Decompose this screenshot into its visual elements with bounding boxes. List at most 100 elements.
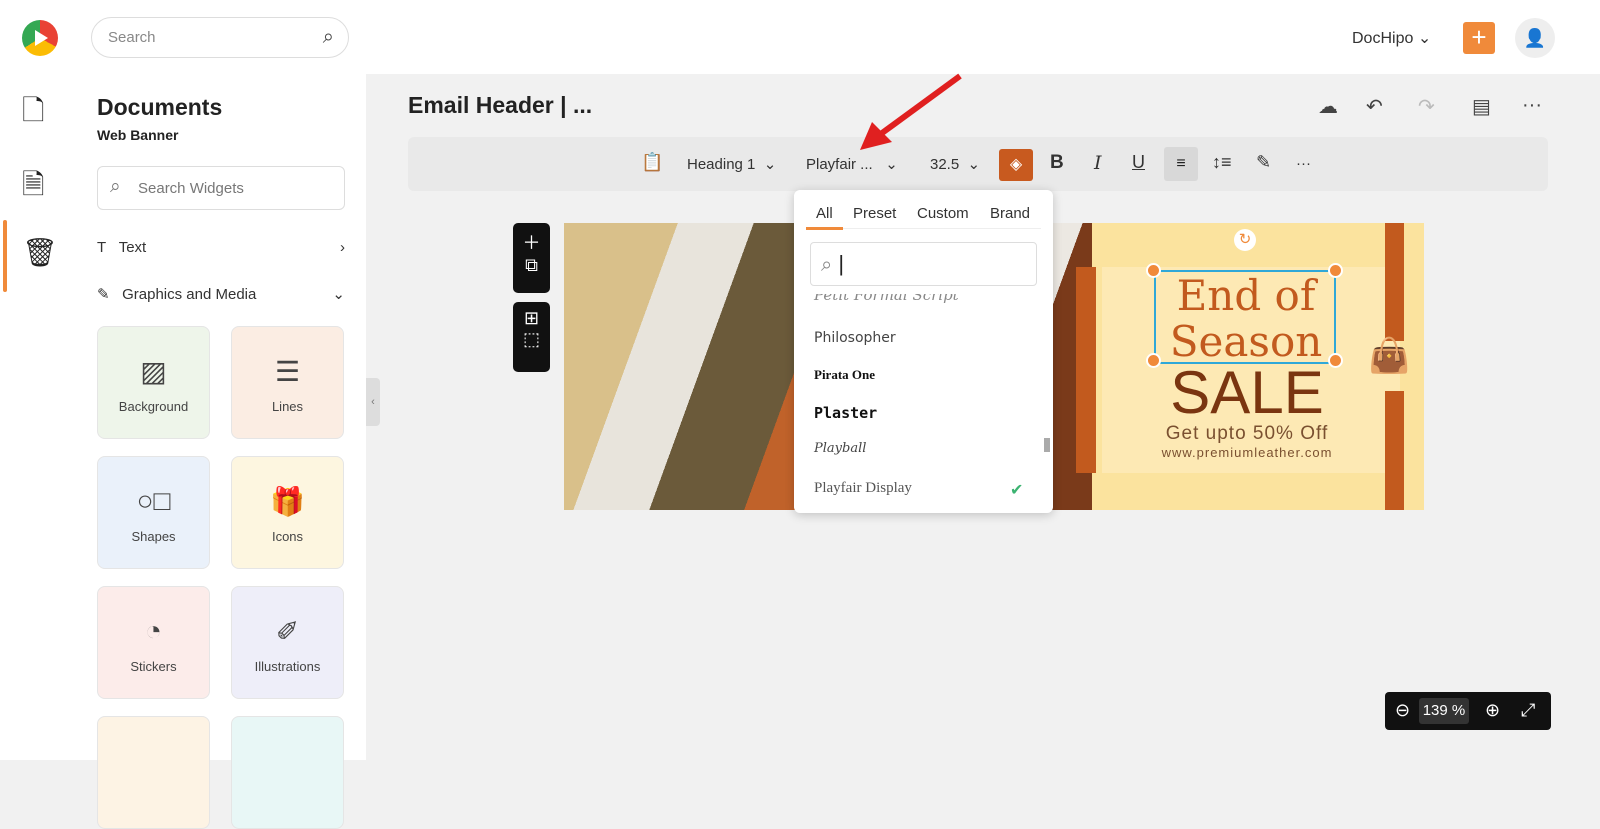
text-style-value: Heading 1 [687,156,756,173]
clipboard-icon[interactable]: 📋 [641,152,663,173]
user-avatar[interactable]: 👤 [1515,18,1555,58]
redo-icon[interactable]: ↷ [1418,94,1435,119]
zoom-controls: ⊖ 139 % ⊕ ⤢ [1385,692,1551,730]
tab-preset[interactable]: Preset [853,205,896,222]
chevron-down-icon: ⌄ [332,286,345,303]
grid-controls: ⊞ ⬚ [513,302,550,372]
widget-more[interactable] [231,716,344,829]
icon-rail: 🗋 🗎 🗑 [0,74,76,760]
align-center-icon[interactable]: ≡ [1164,147,1198,181]
more-icon[interactable]: ··· [1522,94,1542,117]
text-style-select[interactable]: Heading 1 ⌄ [687,155,776,173]
document-title[interactable]: Email Header | ... [408,92,592,119]
create-button[interactable]: + [1463,22,1495,54]
font-option[interactable]: Pirata One [814,367,875,383]
active-indicator [3,220,7,292]
widget-background[interactable]: ▨ Background [97,326,210,439]
line-spacing-icon[interactable]: ↕≡ [1212,152,1232,173]
left-bar [1076,267,1096,473]
duplicate-icon[interactable]: ⧉ [513,255,550,276]
widget-lines[interactable]: ☰ Lines [231,326,344,439]
widget-illustrations[interactable]: ✐ Illustrations [231,586,344,699]
top-bar: Search ⌕ DocHipo ⌄ + 👤 [0,0,1600,74]
cloud-saved-icon[interactable]: ☁ [1318,94,1338,119]
comment-icon[interactable]: ▤ [1472,94,1491,119]
fullscreen-icon[interactable]: ⤢ [1521,700,1535,721]
documents-icon[interactable]: 🗎 [22,164,45,212]
resize-handle[interactable] [1146,263,1161,278]
search-input[interactable]: Search ⌕ [91,17,349,58]
font-option[interactable]: Plaster [814,404,877,422]
underline-button[interactable]: U [1132,152,1145,173]
dochipo-logo[interactable] [22,20,58,56]
sidebar-title: Documents [97,94,223,120]
bold-button[interactable]: B [1050,152,1064,174]
font-dropdown: All Preset Custom Brand ⌕ | Petit Formal… [794,190,1053,513]
background-icon: ▨ [140,356,167,387]
active-tab-indicator [806,227,843,230]
widget-label: Illustrations [254,659,321,674]
widgets-sidebar: Documents Web Banner ⌕ Search Widgets T T… [76,74,366,829]
widget-label: Background [118,399,189,414]
gift-icon: 🎁 [270,486,305,517]
tab-all[interactable]: All [816,205,833,222]
team-name: DocHipo [1352,30,1414,47]
widget-more[interactable] [97,716,210,829]
highlighter-icon[interactable]: ✎ [1256,152,1271,173]
font-option-selected[interactable]: Playfair Display [814,480,912,497]
widget-search-input[interactable]: ⌕ Search Widgets [97,166,345,210]
sale-text[interactable]: SALE [1142,361,1352,425]
url-text[interactable]: www.premiumleather.com [1132,445,1362,460]
tab-brand[interactable]: Brand [990,205,1030,222]
font-option[interactable]: Playball [814,441,866,456]
annotation-arrow [860,73,962,150]
tab-custom[interactable]: Custom [917,205,969,222]
font-search-value: | [838,251,845,276]
chevron-down-icon: ⌄ [1417,30,1432,47]
zoom-in-icon[interactable]: ⊕ [1485,700,1500,721]
lines-icon: ☰ [274,356,301,387]
widget-icons[interactable]: 🎁 Icons [231,456,344,569]
offer-text[interactable]: Get upto 50% Off [1132,423,1362,445]
widget-shapes[interactable]: ○□ Shapes [97,456,210,569]
handbag-icon: 👜 [1368,337,1411,375]
font-list-scrollbar[interactable] [1042,298,1050,508]
document-icon[interactable]: 🗋 [22,90,45,138]
font-option[interactable]: Philosopher [814,330,896,346]
banner-panel: 👜 ↻ End of Season SALE Get upto 50% Off … [1076,223,1424,510]
widget-search-placeholder: Search Widgets [138,180,244,197]
category-text[interactable]: T Text › [97,239,345,256]
select-area-icon[interactable]: ⬚ [513,329,550,350]
widget-label: Lines [271,399,304,414]
fill-color-icon[interactable]: ◈ [999,149,1033,181]
widget-stickers[interactable]: ◔ Stickers [97,586,210,699]
chevron-right-icon: › [340,239,345,256]
add-icon[interactable]: ＋ [513,229,550,255]
team-switcher[interactable]: DocHipo ⌄ [1352,28,1431,48]
widget-label: Shapes [131,529,176,544]
grid-icon[interactable]: ⊞ [513,308,550,329]
search-icon: ⌕ [322,26,334,48]
search-placeholder: Search [108,29,156,46]
category-graphics-media[interactable]: ✎ Graphics and Media ⌄ [97,285,345,303]
widget-label: Icons [271,529,304,544]
collapse-sidebar-handle[interactable]: ‹ [366,378,380,426]
check-icon: ✔ [1010,482,1024,499]
font-option[interactable]: Petit Formal Script [814,294,959,304]
font-list: Petit Formal Script Philosopher Pirata O… [794,294,1042,508]
rotate-handle-icon[interactable]: ↻ [1234,229,1256,251]
italic-button[interactable]: I [1094,152,1102,174]
scrollbar-thumb[interactable] [1044,438,1050,452]
category-label: Graphics and Media [122,286,257,303]
undo-icon[interactable]: ↶ [1366,94,1383,119]
zoom-level[interactable]: 139 % [1419,698,1469,724]
selection-box[interactable] [1154,270,1336,364]
more-options-button[interactable]: ··· [1296,155,1311,172]
text-icon: T [97,239,107,256]
zoom-out-icon[interactable]: ⊖ [1395,700,1410,721]
text-toolbar: 📋 Heading 1 ⌄ Playfair ... ⌄ 32.5 ⌄ ◈ B … [408,137,1548,191]
trash-icon[interactable]: 🗑 [22,236,58,269]
font-search-input[interactable]: ⌕ | [810,242,1037,286]
shapes-icon: ○□ [136,485,171,516]
resize-handle[interactable] [1328,263,1343,278]
